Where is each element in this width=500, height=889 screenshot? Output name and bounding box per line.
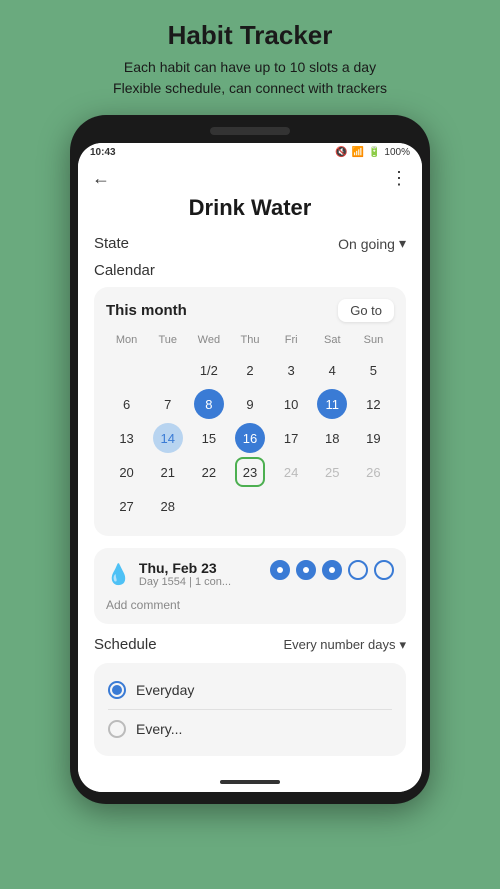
day-header-fri: Fri <box>271 332 312 352</box>
cal-day-23[interactable]: 23 <box>229 456 270 488</box>
signal-icon: 🔇 <box>335 147 347 158</box>
cal-day-2[interactable]: 2 <box>229 354 270 386</box>
day-detail-text: Thu, Feb 23 Day 1554 | 1 con... <box>139 560 231 588</box>
calendar-label: Calendar <box>94 262 406 279</box>
calendar-week-3: 13 14 15 16 17 18 19 <box>106 422 394 454</box>
page-title: Habit Tracker <box>113 20 387 51</box>
radio-every[interactable] <box>108 720 126 738</box>
state-row: State On going ▾ <box>94 235 406 252</box>
chevron-down-icon: ▾ <box>399 235 406 252</box>
day-header-sun: Sun <box>353 332 394 352</box>
bottom-bar <box>78 772 422 792</box>
habit-name: Drink Water <box>94 195 406 221</box>
chevron-down-icon: ▾ <box>399 637 406 653</box>
cal-day-13[interactable]: 13 <box>106 422 147 454</box>
calendar-card: This month Go to Mon Tue Wed Thu Fri Sat… <box>94 287 406 536</box>
cal-day-26[interactable]: 26 <box>353 456 394 488</box>
cal-day-17[interactable]: 17 <box>271 422 312 454</box>
cal-day-16[interactable]: 16 <box>229 422 270 454</box>
slot-5[interactable] <box>374 560 394 580</box>
cal-day-7[interactable]: 7 <box>147 388 188 420</box>
cal-day-3[interactable]: 3 <box>271 354 312 386</box>
state-label: State <box>94 235 129 252</box>
everyday-label: Everyday <box>136 682 194 698</box>
phone-notch <box>210 127 290 135</box>
radio-everyday[interactable] <box>108 681 126 699</box>
slot-3[interactable] <box>322 560 342 580</box>
cal-day-12[interactable]: 1/2 <box>188 354 229 386</box>
cal-day-18[interactable]: 18 <box>312 422 353 454</box>
cal-day-24[interactable]: 24 <box>271 456 312 488</box>
wifi-icon: 📶 <box>352 147 364 158</box>
schedule-row: Schedule Every number days ▾ <box>94 636 406 653</box>
cal-day-9[interactable]: 9 <box>229 388 270 420</box>
back-button[interactable]: ← <box>92 168 110 189</box>
day-detail-header: 💧 Thu, Feb 23 Day 1554 | 1 con... <box>106 560 394 588</box>
water-drop-icon: 💧 <box>106 562 131 587</box>
slot-4[interactable] <box>348 560 368 580</box>
slot-1[interactable] <box>270 560 290 580</box>
slot-row <box>270 560 394 580</box>
cal-day-25[interactable]: 25 <box>312 456 353 488</box>
day-header-mon: Mon <box>106 332 147 352</box>
month-label: This month <box>106 302 187 319</box>
calendar-week-1: 1/2 2 3 4 5 <box>106 354 394 386</box>
status-time: 10:43 <box>90 147 116 158</box>
add-comment-button[interactable]: Add comment <box>106 598 394 612</box>
cal-day-21[interactable]: 21 <box>147 456 188 488</box>
day-header-sat: Sat <box>312 332 353 352</box>
content-area: Drink Water State On going ▾ Calendar Th… <box>78 195 422 772</box>
cal-day-27[interactable]: 27 <box>106 490 147 522</box>
cal-day-5[interactable]: 5 <box>353 354 394 386</box>
phone-frame: 10:43 🔇 📶 🔋 100% ← ⋮ Drink Water State O… <box>70 115 430 804</box>
calendar-week-2: 6 7 8 9 10 11 12 <box>106 388 394 420</box>
status-icons: 🔇 📶 🔋 100% <box>335 147 410 158</box>
day-header-thu: Thu <box>229 332 270 352</box>
cal-day-22[interactable]: 22 <box>188 456 229 488</box>
more-button[interactable]: ⋮ <box>390 168 408 189</box>
calendar-day-headers: Mon Tue Wed Thu Fri Sat Sun <box>106 332 394 352</box>
slot-2[interactable] <box>296 560 316 580</box>
cal-day-12b[interactable]: 12 <box>353 388 394 420</box>
top-nav: ← ⋮ <box>78 162 422 195</box>
schedule-option-everyday[interactable]: Everyday <box>108 675 392 705</box>
calendar-week-5: 27 28 <box>106 490 394 522</box>
day-detail-left: 💧 Thu, Feb 23 Day 1554 | 1 con... <box>106 560 231 588</box>
battery-icon: 🔋 <box>368 147 380 158</box>
cal-day-empty <box>106 354 147 386</box>
state-dropdown[interactable]: On going ▾ <box>338 235 406 252</box>
cal-day-19[interactable]: 19 <box>353 422 394 454</box>
calendar-week-4: 20 21 22 23 24 25 26 <box>106 456 394 488</box>
calendar-header: This month Go to <box>106 299 394 322</box>
cal-day-4[interactable]: 4 <box>312 354 353 386</box>
cal-day-10[interactable]: 10 <box>271 388 312 420</box>
day-sub: Day 1554 | 1 con... <box>139 576 231 588</box>
every-label: Every... <box>136 721 182 737</box>
go-to-button[interactable]: Go to <box>338 299 394 322</box>
schedule-option-every[interactable]: Every... <box>108 714 392 744</box>
schedule-section: Schedule Every number days ▾ Everyday <box>94 636 406 756</box>
cal-day-empty <box>147 354 188 386</box>
day-date: Thu, Feb 23 <box>139 560 231 576</box>
header-section: Habit Tracker Each habit can have up to … <box>113 20 387 99</box>
home-indicator <box>220 780 280 784</box>
schedule-card: Everyday Every... <box>94 663 406 756</box>
day-detail-card: 💧 Thu, Feb 23 Day 1554 | 1 con... <box>94 548 406 624</box>
schedule-dropdown[interactable]: Every number days ▾ <box>283 637 406 653</box>
cal-day-11[interactable]: 11 <box>312 388 353 420</box>
cal-day-15[interactable]: 15 <box>188 422 229 454</box>
divider <box>108 709 392 710</box>
day-header-tue: Tue <box>147 332 188 352</box>
phone-screen: 10:43 🔇 📶 🔋 100% ← ⋮ Drink Water State O… <box>78 143 422 792</box>
calendar-grid: Mon Tue Wed Thu Fri Sat Sun 1/2 2 <box>106 332 394 522</box>
page-subtitle: Each habit can have up to 10 slots a day… <box>113 57 387 99</box>
cal-day-14[interactable]: 14 <box>147 422 188 454</box>
schedule-label: Schedule <box>94 636 157 653</box>
status-bar: 10:43 🔇 📶 🔋 100% <box>78 143 422 162</box>
cal-day-20[interactable]: 20 <box>106 456 147 488</box>
cal-day-8[interactable]: 8 <box>188 388 229 420</box>
cal-day-6[interactable]: 6 <box>106 388 147 420</box>
day-header-wed: Wed <box>188 332 229 352</box>
cal-day-28[interactable]: 28 <box>147 490 188 522</box>
